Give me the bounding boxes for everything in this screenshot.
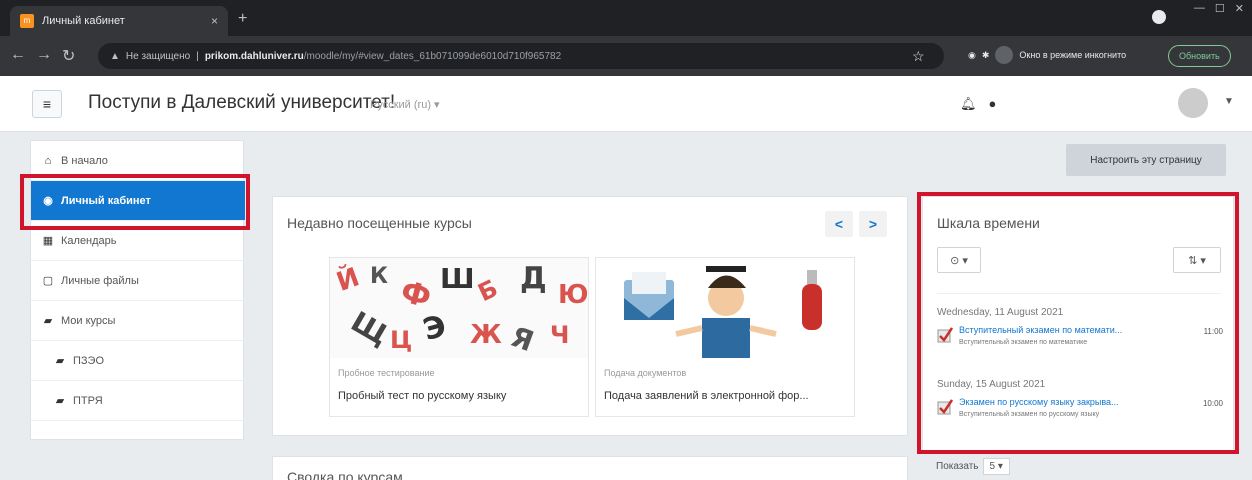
bookmark-star-icon[interactable]: ☆ <box>912 48 925 65</box>
menu-toggle-icon[interactable]: ≡ <box>32 90 62 118</box>
block-title: Сводка по курсам <box>287 469 403 480</box>
browser-tab-bar: m Личный кабинет × + — ☐ ✕ <box>0 0 1252 36</box>
warning-icon: ▲ <box>110 50 120 62</box>
window-controls: — ☐ ✕ <box>1194 2 1244 15</box>
sidebar-item-course-pzeo[interactable]: ▰ ПЗЭО <box>31 341 245 381</box>
moodle-favicon-icon: m <box>20 14 34 28</box>
highlight-box-timeline <box>917 192 1239 454</box>
sidebar-item-course-ptrya[interactable]: ▰ ПТРЯ <box>31 381 245 421</box>
sidebar-item-label: Календарь <box>61 234 117 247</box>
svg-text:К: К <box>370 264 388 289</box>
profile-icon[interactable] <box>1152 10 1166 24</box>
customize-page-button[interactable]: Настроить эту страницу <box>1066 144 1226 176</box>
course-name-link[interactable]: Подача заявлений в электронной фор... <box>604 390 848 402</box>
graduation-cap-icon: ▰ <box>55 395 65 407</box>
browser-tab[interactable]: m Личный кабинет × <box>10 6 228 36</box>
svg-text:Ч: Ч <box>550 321 569 349</box>
incognito-label: Окно в режиме инкогнито <box>1019 50 1127 60</box>
svg-text:Ж: Ж <box>470 320 502 350</box>
url-warning-text: Не защищено <box>125 50 191 62</box>
forward-arrow-icon[interactable]: → <box>36 46 52 64</box>
previous-page-button[interactable]: < <box>825 211 853 237</box>
block-title: Недавно посещенные курсы <box>287 215 472 231</box>
file-icon: ▢ <box>42 275 54 287</box>
url-host: prikom.dahluniver.ru <box>204 50 304 62</box>
notifications-bell-icon[interactable]: 🔔︎ <box>960 96 977 112</box>
course-card-russian-test[interactable]: Й К Ф Ш Б Д Ю Щ Ц Э Ж Я Ч Пробное тестир… <box>329 257 589 417</box>
recent-courses-block: Недавно посещенные курсы < > Й К Ф Ш Б Д… <box>272 196 908 436</box>
course-card-applications[interactable]: Подача документов Подача заявлений в эле… <box>595 257 855 417</box>
maximize-icon[interactable]: ☐ <box>1215 2 1225 15</box>
user-menu-chevron-icon[interactable]: ▼ <box>1224 96 1234 107</box>
highlight-box-dashboard <box>20 174 250 230</box>
graduation-cap-icon: ▰ <box>55 355 65 367</box>
svg-text:Д: Д <box>520 261 547 296</box>
svg-text:Ш: Ш <box>440 262 475 295</box>
incognito-indicator[interactable]: ◉ ✱ Окно в режиме инкогнито <box>968 46 1126 64</box>
back-arrow-icon[interactable]: ← <box>10 46 26 64</box>
course-category: Подача документов <box>604 368 687 378</box>
course-overview-block: Сводка по курсам <box>272 456 908 480</box>
reload-icon[interactable]: ↻ <box>62 46 75 66</box>
next-page-button[interactable]: > <box>859 211 887 237</box>
address-bar[interactable]: ▲ Не защищено | prikom.dahluniver.ru /mo… <box>98 43 944 69</box>
show-label: Показать <box>936 461 979 472</box>
language-menu[interactable]: Русский (ru) ▾ <box>370 98 440 111</box>
update-button[interactable]: Обновить <box>1168 45 1231 67</box>
course-name-link[interactable]: Пробный тест по русскому языку <box>338 390 582 402</box>
close-window-icon[interactable]: ✕ <box>1235 2 1244 15</box>
home-icon: ⌂ <box>44 154 52 167</box>
browser-tab-title: Личный кабинет <box>42 15 125 27</box>
browser-toolbar: ← → ↻ ▲ Не защищено | prikom.dahluniver.… <box>0 36 1252 76</box>
address-bar-icons: ☆ <box>912 48 925 65</box>
timeline-page-size: Показать 5 ▾ <box>936 458 1010 475</box>
puzzle-icon[interactable]: ✱ <box>982 50 990 61</box>
new-tab-button[interactable]: + <box>238 10 247 28</box>
site-navbar: ≡ Поступи в Далевский университет! Русск… <box>0 76 1252 132</box>
course-image-letters[interactable]: Й К Ф Ш Б Д Ю Щ Ц Э Ж Я Ч <box>330 258 588 358</box>
course-category: Пробное тестирование <box>338 368 435 378</box>
close-tab-icon[interactable]: × <box>211 14 218 28</box>
sidebar-item-label: В начало <box>61 154 108 167</box>
sidebar-item-label: ПЗЭО <box>73 354 105 367</box>
header-icons: 🔔︎ ● <box>960 96 996 112</box>
svg-text:Ц: Ц <box>390 326 412 354</box>
calendar-icon: ▦ <box>42 235 54 247</box>
minimize-icon[interactable]: — <box>1194 2 1205 15</box>
url-path: /moodle/my/#view_dates_61b071099de6010d7… <box>303 50 562 62</box>
page-size-select[interactable]: 5 ▾ <box>982 458 1010 475</box>
messages-icon[interactable]: ● <box>989 96 997 112</box>
sidebar-item-label: Мои курсы <box>61 314 116 327</box>
extension-icon[interactable]: ◉ <box>968 50 976 61</box>
user-avatar[interactable] <box>1178 88 1208 118</box>
incognito-icon <box>995 46 1014 64</box>
sidebar-item-my-courses[interactable]: ▰ Мои курсы <box>31 301 245 341</box>
course-image-student[interactable] <box>596 258 854 358</box>
pager: < > <box>825 211 887 237</box>
sidebar-item-label: ПТРЯ <box>73 394 103 407</box>
site-name[interactable]: Поступи в Далевский университет! <box>88 92 395 114</box>
graduation-cap-icon: ▰ <box>43 315 53 327</box>
sidebar-item-private-files[interactable]: ▢ Личные файлы <box>31 261 245 301</box>
sidebar-item-label: Личные файлы <box>61 274 139 287</box>
svg-text:Ю: Ю <box>558 280 588 310</box>
